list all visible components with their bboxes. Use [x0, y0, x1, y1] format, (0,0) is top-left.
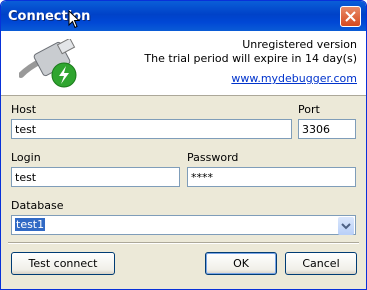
test-connect-button[interactable]: Test connect: [11, 252, 115, 275]
ok-button[interactable]: OK: [205, 252, 277, 275]
close-icon: [345, 11, 356, 22]
cancel-button[interactable]: Cancel: [285, 252, 357, 275]
connection-dialog: Connection Unregistered version The tria…: [0, 0, 367, 290]
port-input[interactable]: 3306: [298, 119, 356, 139]
host-input[interactable]: test: [11, 119, 292, 139]
title-bar[interactable]: Connection: [1, 1, 366, 31]
trial-message: The trial period will expire in 14 day(s…: [144, 52, 357, 65]
chevron-down-icon: [341, 223, 351, 230]
cursor-icon: [68, 10, 80, 29]
plug-icon: [19, 39, 77, 88]
password-label: Password: [187, 151, 239, 164]
host-label: Host: [11, 103, 37, 116]
database-label: Database: [11, 199, 64, 212]
login-label: Login: [11, 151, 41, 164]
website-link[interactable]: www.mydebugger.com: [231, 72, 357, 85]
login-input[interactable]: test: [11, 167, 180, 187]
password-input[interactable]: ****: [187, 167, 356, 187]
database-dropdown-button[interactable]: [338, 217, 354, 235]
separator: [8, 242, 359, 244]
database-value: test1: [15, 218, 46, 231]
port-label: Port: [298, 103, 320, 116]
close-button[interactable]: [340, 6, 361, 27]
registration-status: Unregistered version: [242, 38, 357, 51]
database-select[interactable]: test1: [11, 215, 356, 235]
